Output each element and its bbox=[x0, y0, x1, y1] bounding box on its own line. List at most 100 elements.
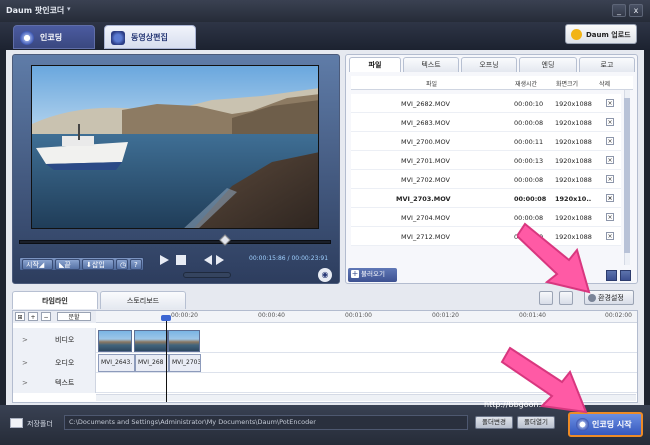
ruler-tick: 00:01:20 bbox=[432, 312, 459, 319]
volume-slider[interactable] bbox=[183, 272, 231, 278]
tab-logo[interactable]: 로고 bbox=[579, 57, 635, 72]
file-resolution: 1920x1088 bbox=[555, 138, 592, 146]
delete-file-button[interactable]: × bbox=[606, 194, 614, 202]
file-name: MVI_2701.MOV bbox=[401, 157, 450, 165]
audio-clip[interactable]: MVI_2703 bbox=[169, 354, 201, 372]
file-name: MVI_2712.MOV bbox=[401, 233, 450, 241]
ruler-tick: 00:00:40 bbox=[258, 312, 285, 319]
file-name: MVI_2683.MOV bbox=[401, 119, 450, 127]
delete-file-button[interactable]: × bbox=[606, 213, 614, 221]
file-name: MVI_2704.MOV bbox=[401, 214, 450, 222]
pink-arrow-annotation bbox=[500, 346, 588, 414]
grid-view-icon[interactable] bbox=[606, 270, 617, 281]
help-button[interactable]: ? bbox=[130, 259, 142, 270]
header-delete: 삭제 bbox=[599, 81, 611, 88]
stop-icon[interactable] bbox=[176, 255, 186, 265]
timeline-ruler[interactable]: 00:00:20 00:00:40 00:01:00 00:01:20 00:0… bbox=[96, 311, 637, 323]
minimize-button[interactable]: _ bbox=[612, 4, 626, 17]
file-name: MVI_2700.MOV bbox=[401, 138, 450, 146]
clock-icon[interactable]: ◷ bbox=[116, 259, 128, 270]
audio-clip[interactable]: MVI_268 bbox=[135, 354, 169, 372]
tab-video-edit-label: 동영상편집 bbox=[131, 33, 168, 42]
tab-encoding-label: 인코딩 bbox=[40, 33, 63, 42]
delete-file-button[interactable]: × bbox=[606, 99, 614, 107]
daum-upload-label: Daum 업로드 bbox=[586, 31, 631, 39]
audio-clip[interactable]: MVI_2643. bbox=[98, 354, 135, 372]
start-encoding-label: 인코딩 시작 bbox=[592, 420, 632, 429]
file-row[interactable]: MVI_2682.MOV 00:00:10 1920x1088 × bbox=[351, 94, 621, 113]
file-row[interactable]: MVI_2702.MOV 00:00:08 1920x1088 × bbox=[351, 170, 621, 189]
add-file-label: 불러오기 bbox=[361, 270, 385, 278]
total-time: 00:00:23:91 bbox=[291, 255, 329, 262]
frame-step-icons[interactable] bbox=[202, 254, 226, 266]
file-resolution: 1920x10.. bbox=[555, 195, 592, 203]
close-button[interactable]: x bbox=[629, 4, 643, 17]
track-name: 오디오 bbox=[55, 359, 75, 367]
video-clip-thumbnail[interactable] bbox=[134, 330, 168, 352]
track-name: 텍스트 bbox=[55, 379, 75, 387]
split-label: 문할 bbox=[68, 314, 80, 321]
delete-file-button[interactable]: × bbox=[606, 118, 614, 126]
seek-bar[interactable] bbox=[19, 240, 331, 244]
mark-start-button[interactable]: 시작◢ bbox=[22, 259, 53, 270]
main-tabs: 인코딩 동영상편집 bbox=[0, 22, 650, 50]
encoding-icon bbox=[20, 31, 34, 45]
track-name: 비디오 bbox=[55, 336, 75, 344]
track-label-video[interactable]: > 비디오 bbox=[13, 328, 96, 353]
zoom-out-icon[interactable]: − bbox=[41, 312, 51, 321]
tab-opening[interactable]: 오프닝 bbox=[461, 57, 517, 72]
save-folder-path: C:\Documents and Settings\Administrator\… bbox=[64, 415, 468, 430]
file-row[interactable]: MVI_2683.MOV 00:00:08 1920x1088 × bbox=[351, 113, 621, 132]
file-name: MVI_2682.MOV bbox=[401, 100, 450, 108]
save-folder-icon bbox=[10, 418, 23, 428]
delete-file-button[interactable]: × bbox=[606, 175, 614, 183]
track-label-audio[interactable]: > 오디오 bbox=[13, 353, 96, 373]
track-label-text[interactable]: > 텍스트 bbox=[13, 373, 96, 393]
save-folder-label: 저장폴더 bbox=[27, 420, 53, 428]
file-duration: 00:00:10 bbox=[514, 100, 544, 108]
tab-storyboard[interactable]: 스토리보드 bbox=[100, 291, 186, 309]
file-row-selected[interactable]: MVI_2703.MOV 00:00:08 1920x10.. × bbox=[351, 189, 621, 208]
mark-end-button[interactable]: ◣끝 bbox=[55, 259, 80, 270]
tab-file[interactable]: 파일 bbox=[349, 57, 401, 72]
split-button[interactable]: 문할 bbox=[57, 312, 91, 321]
zoom-in-icon[interactable]: + bbox=[28, 312, 38, 321]
ruler-tick: 00:00:20 bbox=[171, 312, 198, 319]
playback-time: 00:00:15:86 / 00:00:23:91 bbox=[249, 255, 329, 262]
list-view-icon[interactable] bbox=[620, 270, 631, 281]
playhead-handle[interactable] bbox=[161, 315, 171, 321]
header-duration: 재생시간 bbox=[515, 81, 538, 88]
video-clip-thumbnail[interactable] bbox=[98, 330, 132, 352]
delete-file-button[interactable]: × bbox=[606, 232, 614, 240]
edit-controls: 시작◢ ◣끝 ⬇삽입 ◷ ? bbox=[19, 257, 144, 271]
header-resolution: 화면크기 bbox=[556, 81, 579, 88]
window-title: Daum 팟인코더 bbox=[6, 6, 65, 15]
tab-ending[interactable]: 엔딩 bbox=[519, 57, 577, 72]
file-list-scroll-thumb[interactable] bbox=[624, 98, 630, 253]
tab-text[interactable]: 텍스트 bbox=[403, 57, 459, 72]
tab-timeline[interactable]: 타임라인 bbox=[12, 291, 98, 309]
insert-label: 삽입 bbox=[91, 261, 105, 269]
file-duration: 00:00:08 bbox=[514, 119, 544, 127]
playhead-line bbox=[166, 318, 167, 402]
daum-upload-button[interactable]: Daum 업로드 bbox=[565, 24, 637, 44]
title-dropdown-icon[interactable]: ▾ bbox=[67, 5, 71, 13]
upload-icon bbox=[571, 29, 582, 40]
delete-file-button[interactable]: × bbox=[606, 137, 614, 145]
add-file-button[interactable]: + 불러오기 bbox=[348, 268, 397, 282]
ruler-tick: 00:01:00 bbox=[345, 312, 372, 319]
file-duration: 00:00:13 bbox=[514, 157, 544, 165]
delete-file-button[interactable]: × bbox=[606, 156, 614, 164]
insert-button[interactable]: ⬇삽입 bbox=[82, 259, 114, 270]
tab-video-edit[interactable]: 동영상편집 bbox=[104, 25, 196, 49]
speaker-icon[interactable]: ◉ bbox=[318, 268, 332, 282]
ruler-tick: 00:02:00 bbox=[605, 312, 632, 319]
file-name: MVI_2702.MOV bbox=[401, 176, 450, 184]
tab-encoding[interactable]: 인코딩 bbox=[13, 25, 95, 49]
play-icon[interactable] bbox=[158, 254, 170, 266]
file-row[interactable]: MVI_2701.MOV 00:00:13 1920x1088 × bbox=[351, 151, 621, 170]
expand-icon[interactable]: ⊞ bbox=[15, 312, 25, 321]
ruler-tick: 00:01:40 bbox=[519, 312, 546, 319]
file-row[interactable]: MVI_2700.MOV 00:00:11 1920x1088 × bbox=[351, 132, 621, 151]
video-clip-thumbnail[interactable] bbox=[168, 330, 200, 352]
